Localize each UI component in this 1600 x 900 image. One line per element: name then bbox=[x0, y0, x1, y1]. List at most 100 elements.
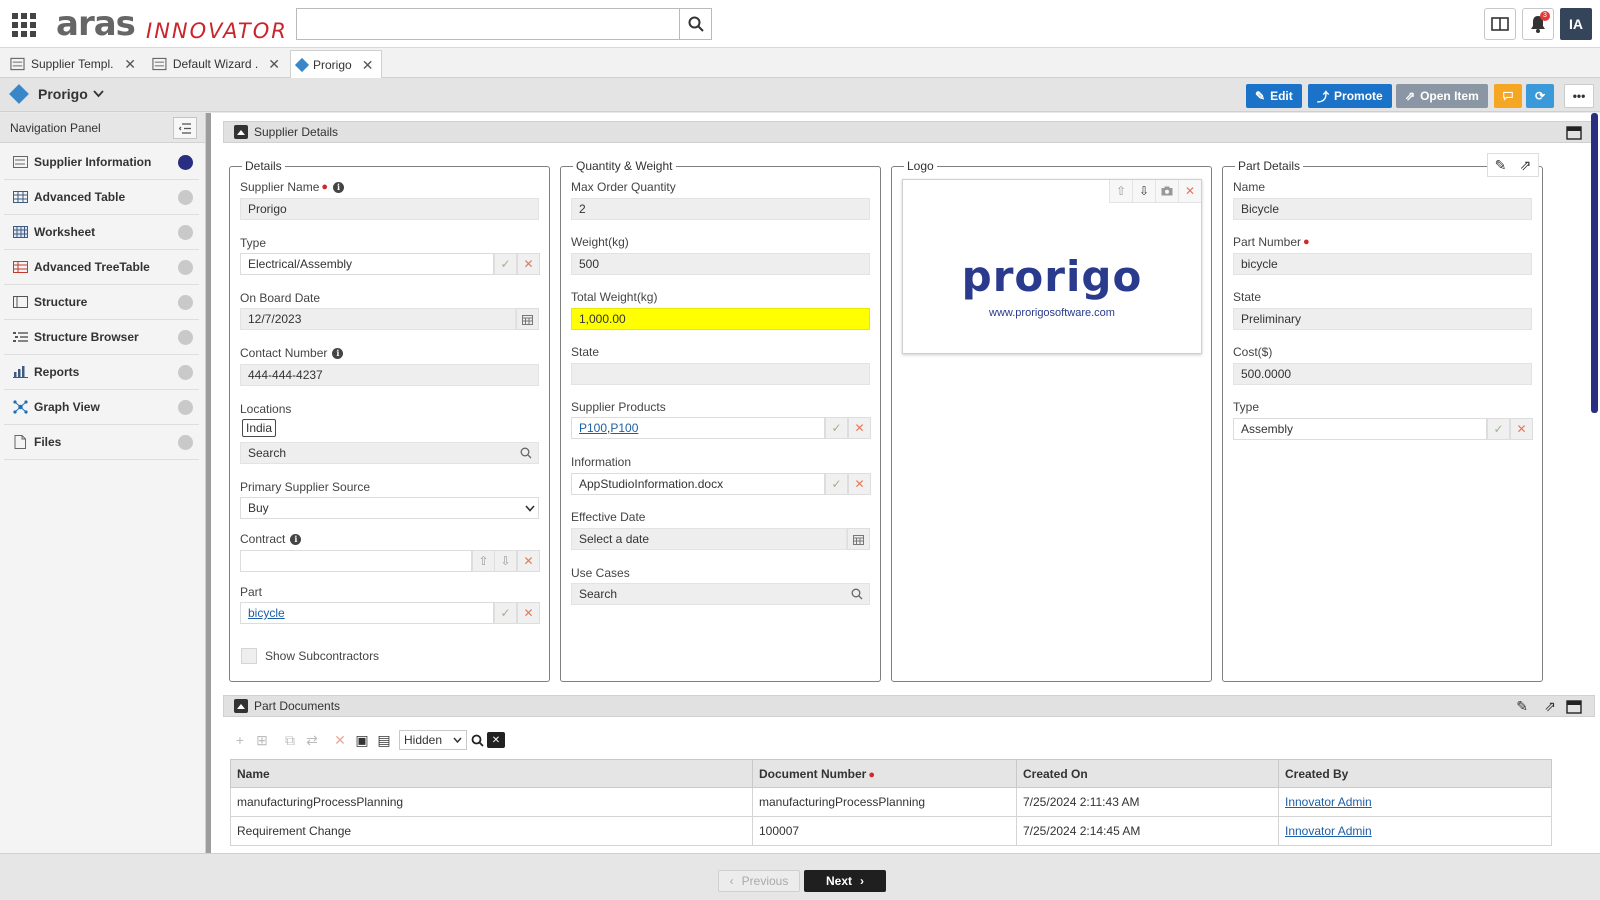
add-relationship-icon[interactable]: ⊞ bbox=[251, 729, 273, 751]
tab-default-wizard[interactable]: Default Wizard ... ✕ bbox=[146, 50, 286, 78]
confirm-icon[interactable]: ✓ bbox=[825, 417, 848, 439]
confirm-icon[interactable]: ✓ bbox=[494, 253, 517, 275]
item-title-dropdown[interactable]: Prorigo bbox=[9, 84, 104, 104]
notifications-button[interactable]: 3 bbox=[1522, 8, 1554, 40]
delete-icon[interactable]: ✕ bbox=[329, 729, 351, 751]
upload-icon[interactable]: ⇧ bbox=[472, 550, 495, 572]
external-link-icon[interactable]: ⇗ bbox=[1520, 157, 1532, 174]
part-field[interactable]: bicycle bbox=[240, 602, 494, 624]
search-icon[interactable] bbox=[851, 588, 863, 600]
maximize-icon[interactable] bbox=[1566, 126, 1582, 140]
excel-export-icon[interactable]: ▣ bbox=[351, 729, 373, 751]
confirm-icon[interactable]: ✓ bbox=[494, 602, 517, 624]
calendar-icon[interactable] bbox=[516, 308, 539, 330]
column-header-name[interactable]: Name bbox=[230, 759, 753, 788]
confirm-icon[interactable]: ✓ bbox=[1487, 418, 1510, 440]
supplier-details-header[interactable]: Supplier Details bbox=[223, 121, 1595, 143]
sidebar-item-worksheet[interactable]: Worksheet bbox=[4, 215, 199, 250]
table-row[interactable]: manufacturingProcessPlanning manufacturi… bbox=[230, 787, 1552, 817]
cost-field[interactable]: 500.0000 bbox=[1233, 363, 1532, 385]
global-search-input[interactable] bbox=[296, 8, 680, 40]
supplier-products-field[interactable]: P100, P100 bbox=[571, 417, 825, 439]
product-link[interactable]: P100 bbox=[610, 421, 638, 435]
next-button[interactable]: Next › bbox=[804, 870, 886, 892]
column-header-created-by[interactable]: Created By bbox=[1278, 759, 1552, 788]
download-icon[interactable]: ⇩ bbox=[494, 550, 517, 572]
clear-search-icon[interactable]: ✕ bbox=[487, 732, 505, 748]
clear-icon[interactable]: ✕ bbox=[1178, 180, 1201, 203]
collapse-icon[interactable] bbox=[234, 699, 248, 713]
filter-mode-select[interactable]: Hidden bbox=[399, 730, 467, 750]
part-type-field[interactable]: Assembly bbox=[1233, 418, 1487, 440]
layout-toggle-button[interactable] bbox=[1484, 8, 1516, 40]
download-icon[interactable]: ⇩ bbox=[1132, 180, 1155, 203]
part-name-field[interactable]: Bicycle bbox=[1233, 198, 1532, 220]
locations-search-input[interactable]: Search bbox=[240, 442, 539, 464]
info-icon[interactable]: i bbox=[290, 533, 302, 545]
close-icon[interactable]: ✕ bbox=[124, 56, 136, 73]
user-avatar[interactable]: IA bbox=[1560, 8, 1592, 40]
part-number-field[interactable]: bicycle bbox=[1233, 253, 1532, 275]
pencil-icon[interactable]: ✎ bbox=[1495, 157, 1507, 174]
part-documents-header[interactable]: Part Documents ✎ ⇗ bbox=[223, 695, 1595, 717]
max-order-field[interactable]: 2 bbox=[571, 198, 870, 220]
vertical-scrollbar[interactable] bbox=[1591, 113, 1598, 413]
pdf-export-icon[interactable]: ▤ bbox=[373, 729, 395, 751]
type-field[interactable]: Electrical/Assembly bbox=[240, 253, 494, 275]
comments-button[interactable] bbox=[1494, 84, 1522, 108]
edit-item-icon[interactable]: ⧉ bbox=[279, 729, 301, 751]
app-grid-icon[interactable] bbox=[12, 13, 36, 37]
use-cases-search-input[interactable]: Search bbox=[571, 583, 870, 605]
maximize-icon[interactable] bbox=[1566, 700, 1582, 714]
info-icon[interactable]: i bbox=[333, 181, 345, 193]
info-icon[interactable]: i bbox=[332, 347, 344, 359]
promote-button[interactable]: ⤴ Promote bbox=[1308, 84, 1392, 108]
camera-icon[interactable] bbox=[1155, 180, 1178, 203]
sidebar-item-reports[interactable]: Reports bbox=[4, 355, 199, 390]
upload-icon[interactable]: ⇧ bbox=[1109, 180, 1132, 203]
column-header-document-number[interactable]: Document Number ● bbox=[752, 759, 1017, 788]
sidebar-item-files[interactable]: Files bbox=[4, 425, 199, 460]
edit-button[interactable]: ✎ Edit bbox=[1246, 84, 1302, 108]
sidebar-item-advanced-treetable[interactable]: Advanced TreeTable bbox=[4, 250, 199, 285]
created-by-link[interactable]: Innovator Admin bbox=[1285, 824, 1372, 838]
clear-icon[interactable]: ✕ bbox=[848, 417, 871, 439]
sidebar-item-supplier-information[interactable]: Supplier Information bbox=[4, 145, 199, 180]
created-by-link[interactable]: Innovator Admin bbox=[1285, 795, 1372, 809]
supplier-name-field[interactable]: Prorigo bbox=[240, 198, 539, 220]
tab-supplier-template[interactable]: Supplier Templ... ✕ bbox=[4, 50, 142, 78]
sidebar-item-structure-browser[interactable]: Structure Browser bbox=[4, 320, 199, 355]
confirm-icon[interactable]: ✓ bbox=[825, 473, 848, 495]
previous-button[interactable]: ‹ Previous bbox=[718, 870, 800, 892]
clear-icon[interactable]: ✕ bbox=[848, 473, 871, 495]
primary-source-select[interactable]: Buy bbox=[240, 497, 539, 519]
search-button[interactable] bbox=[679, 8, 712, 40]
onboard-date-field[interactable]: 12/7/2023 bbox=[240, 308, 516, 330]
contact-number-field[interactable]: 444-444-4237 bbox=[240, 364, 539, 386]
clear-icon[interactable]: ✕ bbox=[1510, 418, 1533, 440]
product-link[interactable]: P100 bbox=[579, 421, 607, 435]
external-link-icon[interactable]: ⇗ bbox=[1544, 698, 1556, 715]
sidebar-item-structure[interactable]: Structure bbox=[4, 285, 199, 320]
sidebar-item-graph-view[interactable]: Graph View bbox=[4, 390, 199, 425]
calendar-icon[interactable] bbox=[847, 528, 870, 550]
close-icon[interactable]: ✕ bbox=[268, 56, 280, 73]
location-chip[interactable]: India bbox=[242, 419, 277, 437]
weight-field[interactable]: 500 bbox=[571, 253, 870, 275]
search-icon[interactable] bbox=[520, 447, 532, 459]
collapse-icon[interactable] bbox=[234, 125, 248, 139]
information-field[interactable]: AppStudioInformation.docx bbox=[571, 473, 825, 495]
show-subcontractors-checkbox[interactable] bbox=[241, 648, 257, 664]
effective-date-field[interactable]: Select a date bbox=[571, 528, 847, 550]
clear-icon[interactable]: ✕ bbox=[517, 550, 540, 572]
more-actions-button[interactable]: ••• bbox=[1564, 84, 1594, 108]
table-row[interactable]: Requirement Change 100007 7/25/2024 2:14… bbox=[230, 816, 1552, 846]
total-weight-field[interactable]: 1,000.00 bbox=[571, 308, 870, 330]
clear-icon[interactable]: ✕ bbox=[517, 602, 540, 624]
search-icon[interactable] bbox=[467, 729, 487, 751]
column-header-created-on[interactable]: Created On bbox=[1016, 759, 1279, 788]
contract-field[interactable] bbox=[240, 550, 472, 572]
add-icon[interactable]: + bbox=[229, 729, 251, 751]
clear-icon[interactable]: ✕ bbox=[517, 253, 540, 275]
close-icon[interactable]: ✕ bbox=[362, 57, 374, 74]
